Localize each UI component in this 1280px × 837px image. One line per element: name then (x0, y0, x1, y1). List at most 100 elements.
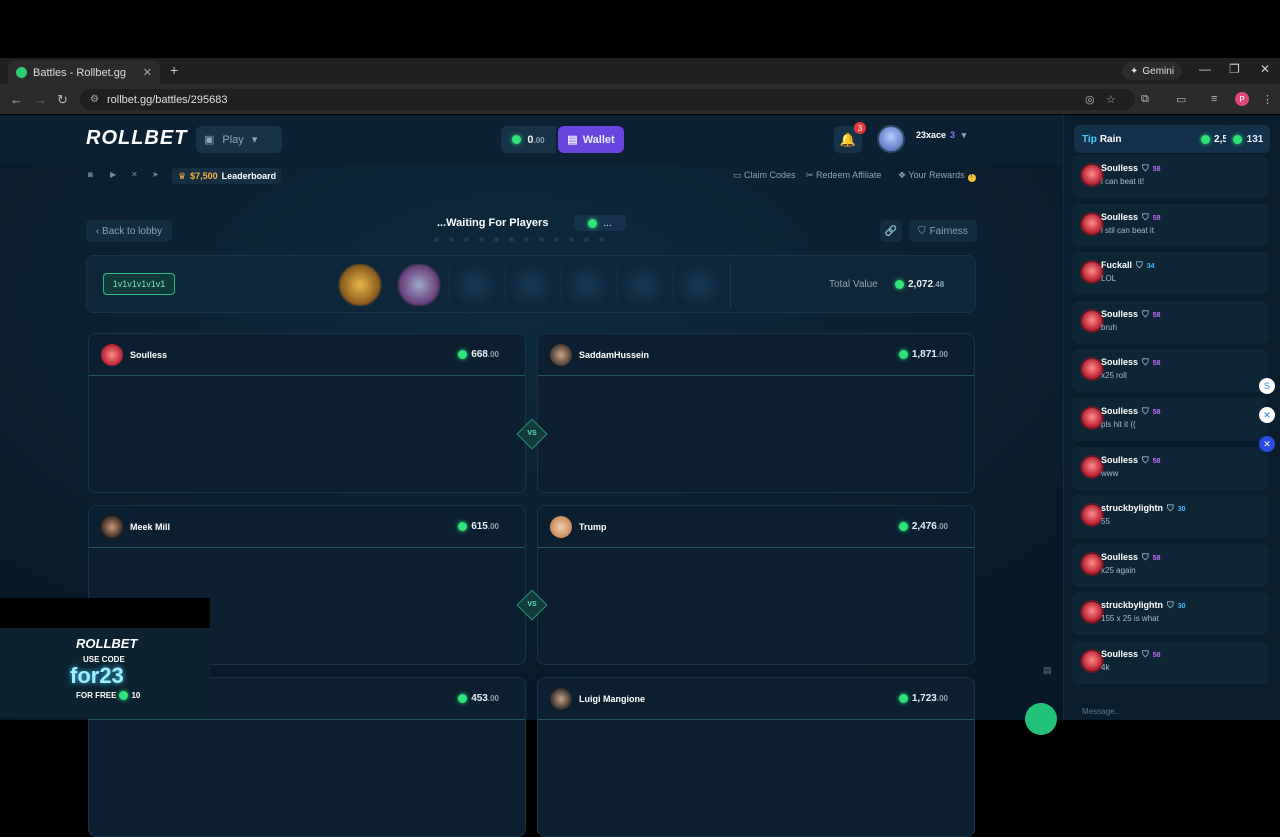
user-level: 3 (950, 130, 956, 140)
extensions-icon[interactable]: ⧉ (1141, 93, 1149, 106)
chat-username[interactable]: Fuckall (1101, 260, 1132, 270)
close-window-icon[interactable]: ✕ (1260, 62, 1270, 76)
support-chat-button[interactable] (1025, 703, 1057, 735)
leaderboard-button[interactable]: ♛ $7,500 Leaderboard (172, 168, 281, 184)
media-icon[interactable]: ≡ (1211, 93, 1217, 105)
claim-codes-link[interactable]: ▭ Claim Codes (733, 170, 796, 181)
profile-avatar[interactable]: P (1235, 92, 1249, 106)
site-info-icon[interactable]: ⚙ (90, 94, 99, 105)
round-dot (584, 237, 589, 242)
chat-user-level: 58 (1152, 457, 1161, 465)
chat-username[interactable]: Soulless (1101, 212, 1138, 222)
user-menu[interactable]: 23xace 3 ▾ (916, 130, 966, 141)
minimize-icon[interactable]: — (1199, 62, 1211, 76)
side-s-icon[interactable]: S (1259, 378, 1275, 394)
promo-for-free: FOR FREE 10 (76, 691, 140, 700)
telegram-icon[interactable]: ➤ (152, 170, 159, 179)
player-value: 668.00 (458, 349, 499, 360)
player-name[interactable]: Soulless (130, 350, 167, 360)
forward-icon[interactable]: → (34, 92, 47, 107)
wallet-button[interactable]: ▤ Wallet (558, 126, 624, 153)
browser-tab[interactable]: Battles - Rollbet.gg ✕ (8, 60, 160, 85)
chat-message: Soulless ⛉ 58 pls hit it (( (1072, 398, 1268, 441)
share-link-button[interactable]: 🔗 (880, 220, 902, 242)
wallet-icon: ▤ (567, 134, 578, 146)
tip-label[interactable]: Tip (1082, 134, 1097, 145)
gem-icon (898, 694, 908, 703)
rank-shield-icon: ⛉ (1142, 211, 1149, 222)
chat-user-level: 34 (1146, 263, 1155, 271)
notifications-button[interactable]: 🔔 3 (834, 122, 866, 153)
menu-kebab-icon[interactable]: ⋮ (1262, 93, 1273, 106)
eye-off-icon[interactable]: ◎ (1085, 93, 1095, 106)
balance-display[interactable]: 0.00 (501, 126, 556, 153)
your-rewards-link[interactable]: ❖ Your Rewards! (898, 170, 976, 182)
cast-icon[interactable]: ▭ (1176, 93, 1186, 106)
url-bar[interactable]: ⚙ rollbet.gg/battles/295683 (80, 89, 1135, 110)
chat-username[interactable]: Soulless (1101, 406, 1138, 416)
rain-label: Rain (1099, 133, 1122, 145)
rewards-alert-icon: ! (967, 174, 976, 182)
promo-code: for23 (70, 663, 124, 688)
chat-toggle-icon[interactable]: ▤ (1043, 665, 1052, 676)
player-avatar[interactable] (550, 516, 572, 538)
case-purple-chest[interactable] (395, 264, 443, 306)
chat-username[interactable]: Soulless (1101, 357, 1138, 367)
round-dot (479, 237, 484, 242)
chat-message: Soulless ⛉ 58 x25 roll (1072, 349, 1268, 393)
chat-message: Soulless ⛉ 58 4k (1072, 641, 1268, 684)
url-text: rollbet.gg/battles/295683 (106, 93, 228, 106)
gem-icon (1201, 134, 1211, 144)
player-value-amount: 1,871.00 (912, 349, 948, 360)
chat-username[interactable]: Soulless (1101, 163, 1138, 173)
chat-username[interactable]: struckbylightn (1101, 503, 1163, 513)
discord-icon[interactable]: ◙ (88, 170, 93, 179)
vs-label: VS (527, 430, 537, 437)
new-tab-icon[interactable]: + (170, 62, 178, 78)
play-dropdown[interactable]: ▣ Play ▾ (196, 126, 282, 153)
gem-icon (458, 350, 468, 359)
chat-message: Soulless ⛉ 58 x25 again (1072, 543, 1268, 587)
bookmark-star-icon[interactable]: ☆ (1106, 93, 1116, 106)
chat-username[interactable]: Soulless (1101, 455, 1138, 465)
player-avatar[interactable] (101, 344, 123, 366)
shield-icon: ⛉ (918, 225, 926, 237)
player-name[interactable]: Trump (579, 522, 607, 532)
player-card: Luigi Mangione 1,723.00 (537, 677, 975, 837)
case-gold-chest[interactable] (336, 264, 384, 306)
chat-username[interactable]: Soulless (1101, 649, 1138, 659)
fairness-button[interactable]: ⛉ Fairness (909, 220, 977, 242)
youtube-icon[interactable]: ▶ (110, 170, 116, 179)
redeem-affiliate-link[interactable]: ✂ Redeem Affiliate (806, 170, 881, 181)
round-dot (554, 237, 559, 242)
side-close-icon[interactable]: ✕ (1259, 436, 1275, 452)
chat-message-text: www (1101, 468, 1119, 478)
reload-icon[interactable]: ↻ (57, 92, 68, 108)
message-input[interactable]: Message... (1072, 707, 1268, 720)
player-name[interactable]: Meek Mill (130, 522, 170, 532)
fairness-label: Fairness (929, 225, 968, 237)
maximize-icon[interactable]: ❐ (1229, 62, 1240, 76)
player-name[interactable]: Luigi Mangione (579, 694, 645, 704)
back-icon[interactable]: ← (10, 92, 23, 107)
player-card: Trump 2,476.00 (537, 505, 975, 665)
player-avatar[interactable] (550, 688, 572, 710)
user-avatar[interactable] (877, 125, 905, 153)
site-logo[interactable]: ROLLBET (86, 127, 187, 150)
player-avatar[interactable] (101, 516, 123, 538)
player-avatar[interactable] (550, 344, 572, 366)
case-slot (561, 264, 613, 306)
chat-username[interactable]: Soulless (1101, 552, 1138, 562)
ticket-icon: ▭ (733, 170, 745, 180)
round-dot (449, 237, 454, 242)
chat-username[interactable]: Soulless (1101, 309, 1138, 319)
gemini-button[interactable]: ✦ Gemini (1122, 62, 1183, 80)
x-icon[interactable]: ✕ (131, 170, 138, 179)
gem-icon (458, 694, 468, 703)
promo-banner[interactable]: ROLLBET USE CODE for23 FOR FREE 10 (0, 598, 210, 718)
side-x-icon[interactable]: ✕ (1259, 407, 1275, 423)
chat-username[interactable]: struckbylightn (1101, 600, 1163, 610)
back-to-lobby-button[interactable]: ‹ Back to lobby (86, 220, 172, 242)
player-name[interactable]: SaddamHussein (579, 350, 649, 360)
close-tab-icon[interactable]: ✕ (143, 66, 152, 79)
